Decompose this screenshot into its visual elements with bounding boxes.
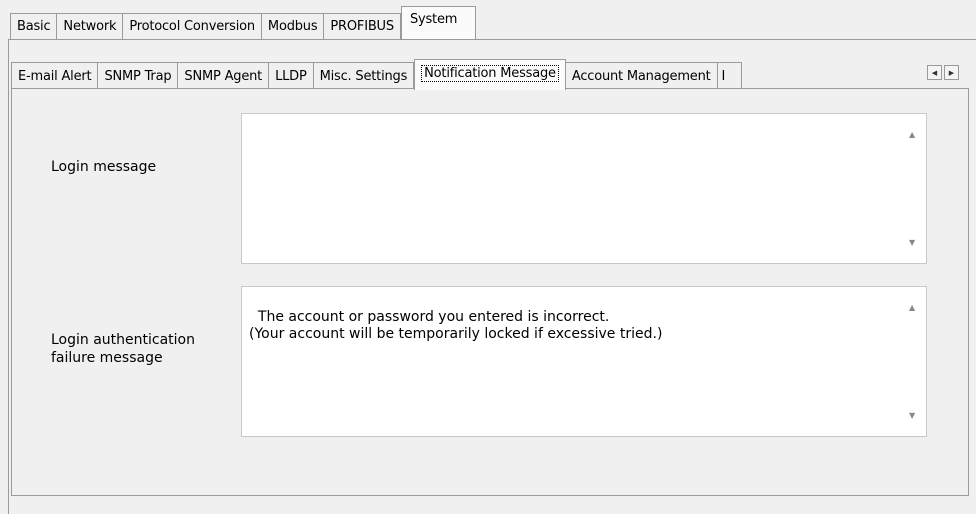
tab-overflow-clipped[interactable]: I — [717, 62, 742, 90]
system-sub-tab-bar: E-mail Alert SNMP Trap SNMP Agent LLDP M… — [11, 59, 742, 90]
login-message-scrollbar[interactable]: ▲ ▼ — [905, 118, 922, 259]
tab-scroll-left-icon[interactable]: ◀ — [927, 65, 942, 80]
scroll-up-icon[interactable]: ▲ — [909, 299, 915, 316]
auth-failure-label-line2: failure message — [51, 350, 163, 366]
tab-misc-settings[interactable]: Misc. Settings — [313, 62, 415, 90]
tab-snmp-trap[interactable]: SNMP Trap — [98, 62, 179, 90]
auth-failure-message-textarea[interactable]: The account or password you entered is i… — [241, 286, 927, 437]
tab-account-management[interactable]: Account Management — [565, 62, 718, 90]
scroll-down-icon[interactable]: ▼ — [909, 234, 915, 251]
tab-system[interactable]: System — [400, 6, 477, 39]
tab-scroll-buttons: ◀ ▶ — [927, 65, 959, 80]
tab-lldp[interactable]: LLDP — [269, 62, 314, 90]
auth-failure-message-label: Login authentication failure message — [51, 331, 195, 367]
login-message-textarea[interactable]: ▲ ▼ — [241, 113, 927, 264]
tab-notification-message-label: Notification Message — [421, 65, 559, 82]
tab-notification-message[interactable]: Notification Message — [414, 59, 566, 90]
auth-failure-scrollbar[interactable]: ▲ ▼ — [905, 291, 922, 432]
tab-network[interactable]: Network — [57, 13, 124, 39]
tab-protocol-conversion[interactable]: Protocol Conversion — [123, 13, 262, 39]
tab-email-alert[interactable]: E-mail Alert — [11, 62, 99, 90]
tab-snmp-agent[interactable]: SNMP Agent — [178, 62, 270, 90]
scroll-up-icon[interactable]: ▲ — [909, 126, 915, 143]
login-message-label: Login message — [51, 159, 157, 175]
scroll-down-icon[interactable]: ▼ — [909, 407, 915, 424]
tab-basic[interactable]: Basic — [10, 13, 58, 39]
auth-failure-message-text: The account or password you entered is i… — [249, 309, 663, 342]
tab-profibus[interactable]: PROFIBUS — [324, 13, 401, 39]
auth-failure-label-line1: Login authentication — [51, 332, 195, 348]
tab-modbus[interactable]: Modbus — [261, 13, 325, 39]
main-tab-bar: Basic Network Protocol Conversion Modbus… — [10, 6, 477, 39]
tab-scroll-right-icon[interactable]: ▶ — [944, 65, 959, 80]
